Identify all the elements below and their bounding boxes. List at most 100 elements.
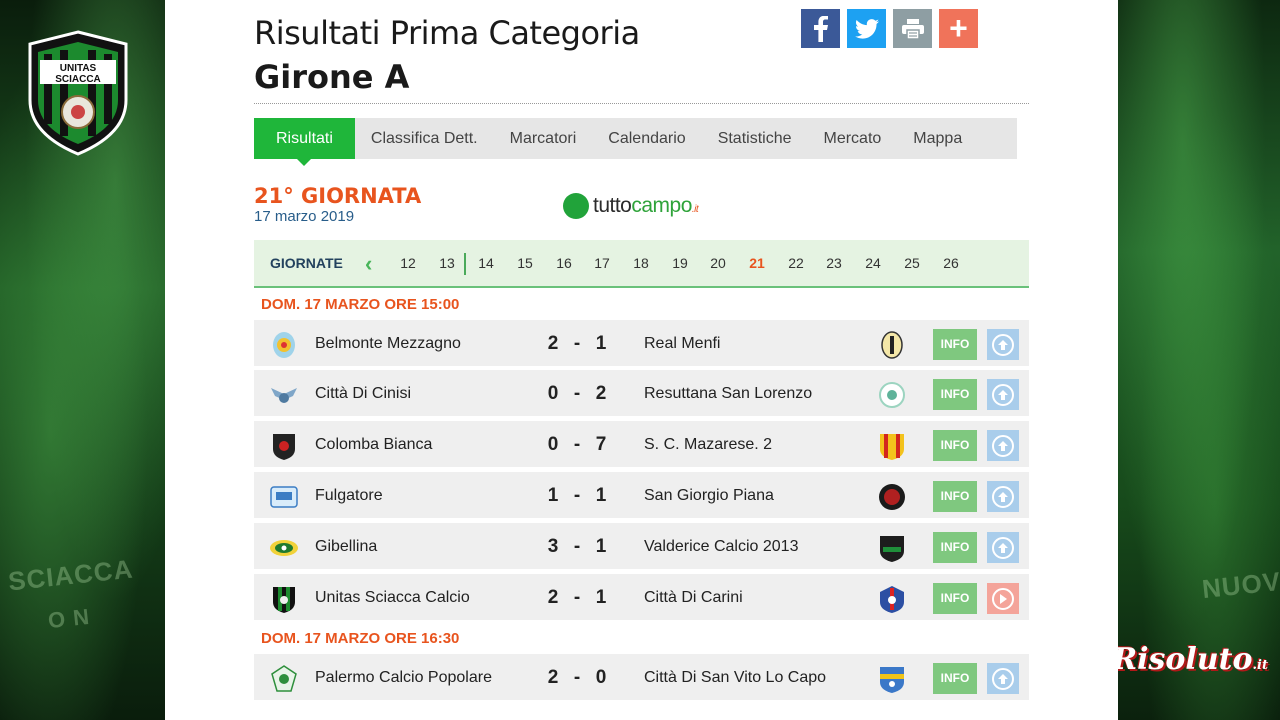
info-button[interactable]: INFO (933, 583, 977, 614)
info-button[interactable]: INFO (933, 481, 977, 512)
match-row: Fulgatore 1 - 1 San Giorgio Piana INFO (254, 472, 1029, 520)
away-team[interactable]: S. C. Mazarese. 2 (644, 436, 772, 454)
giornata-12[interactable]: 12 (393, 255, 423, 271)
score-dash: - (573, 485, 581, 506)
home-team[interactable]: Gibellina (315, 538, 377, 556)
title-divider (254, 103, 1029, 104)
club-logo-text-bottom: SCIACCA (55, 74, 101, 85)
side-text-left-b: O N (46, 603, 92, 634)
risoluto-suffix: .it (1252, 658, 1268, 673)
main-panel: Risultati Prima Categoria Girone A + Ris… (165, 0, 1118, 720)
giornata-19[interactable]: 19 (665, 255, 695, 271)
up-arrow-icon (992, 434, 1014, 457)
away-score: 1 (595, 333, 607, 354)
away-team[interactable]: Città Di Carini (644, 589, 743, 607)
team-crest-icon (271, 388, 297, 403)
home-team[interactable]: Fulgatore (315, 487, 383, 505)
score-dash: - (573, 333, 581, 354)
team-crest-icon (270, 540, 298, 556)
twitter-icon (854, 18, 879, 39)
soccer-ball-icon (563, 193, 589, 219)
info-button[interactable]: INFO (933, 532, 977, 563)
tab-mappa[interactable]: Mappa (897, 118, 978, 159)
page-title: Risultati Prima Categoria (254, 14, 640, 52)
info-button[interactable]: INFO (933, 329, 977, 360)
giornata-16[interactable]: 16 (549, 255, 579, 271)
tab-marcatori[interactable]: Marcatori (494, 118, 593, 159)
score-dash: - (573, 667, 581, 688)
section-title: DOM. 17 MARZO ORE 16:30 (261, 630, 460, 647)
giornata-18[interactable]: 18 (626, 255, 656, 271)
away-score: 7 (595, 434, 607, 455)
giornate-separator (464, 253, 466, 275)
away-team[interactable]: Resuttana San Lorenzo (644, 385, 812, 403)
info-button[interactable]: INFO (933, 430, 977, 461)
team-crest-icon (880, 536, 904, 562)
team-crest-icon (273, 434, 295, 460)
tab-risultati[interactable]: Risultati (254, 118, 355, 166)
tab-mercato[interactable]: Mercato (808, 118, 898, 159)
details-button[interactable] (987, 532, 1019, 563)
info-button[interactable]: INFO (933, 379, 977, 410)
facebook-icon (813, 15, 828, 42)
giornata-20[interactable]: 20 (703, 255, 733, 271)
info-button[interactable]: INFO (933, 663, 977, 694)
home-score: 2 (547, 333, 559, 354)
team-crest-icon (880, 434, 904, 460)
brand-part3: .it (691, 204, 699, 215)
home-team[interactable]: Colomba Bianca (315, 436, 432, 454)
away-score: 1 (595, 536, 607, 557)
team-crest-icon (880, 667, 904, 693)
giornate-bar: GIORNATE ‹ 12 13 14 15 16 17 18 19 20 21… (254, 240, 1029, 288)
chevron-left-icon[interactable]: ‹ (365, 251, 372, 277)
round-title: 21° GIORNATA (254, 184, 422, 208)
twitter-share-button[interactable] (847, 9, 886, 48)
giornata-13[interactable]: 13 (432, 255, 462, 271)
up-arrow-icon (992, 536, 1014, 559)
giornata-24[interactable]: 24 (858, 255, 888, 271)
score-dash: - (573, 536, 581, 557)
away-team[interactable]: San Giorgio Piana (644, 487, 774, 505)
giornata-17[interactable]: 17 (587, 255, 617, 271)
risoluto-watermark: Risoluto.it (1112, 642, 1268, 677)
away-team[interactable]: Città Di San Vito Lo Capo (644, 669, 826, 687)
details-button[interactable] (987, 379, 1019, 410)
team-crest-icon (879, 484, 905, 510)
home-score: 0 (547, 434, 559, 455)
giornata-26[interactable]: 26 (936, 255, 966, 271)
details-button[interactable] (987, 481, 1019, 512)
team-crest-icon (880, 586, 904, 613)
team-crest-icon (881, 331, 903, 359)
match-row: Unitas Sciacca Calcio 2 - 1 Città Di Car… (254, 574, 1029, 622)
details-button[interactable] (987, 329, 1019, 360)
more-share-button[interactable]: + (939, 9, 978, 48)
home-team[interactable]: Unitas Sciacca Calcio (315, 589, 470, 607)
giornata-25[interactable]: 25 (897, 255, 927, 271)
brand-part2: campo (631, 194, 692, 217)
home-score: 0 (547, 383, 559, 404)
giornata-22[interactable]: 22 (781, 255, 811, 271)
team-crest-icon (271, 665, 297, 692)
home-team[interactable]: Palermo Calcio Popolare (315, 669, 492, 687)
section-title: DOM. 17 MARZO ORE 15:00 (261, 296, 460, 313)
team-crest-icon (273, 587, 295, 613)
facebook-share-button[interactable] (801, 9, 840, 48)
print-button[interactable] (893, 9, 932, 48)
right-background: NUOV (1118, 0, 1280, 720)
away-team[interactable]: Valderice Calcio 2013 (644, 538, 798, 556)
away-team[interactable]: Real Menfi (644, 335, 720, 353)
details-button[interactable] (987, 430, 1019, 461)
video-button[interactable] (987, 583, 1019, 614)
tab-calendario[interactable]: Calendario (592, 118, 701, 159)
giornata-23[interactable]: 23 (819, 255, 849, 271)
giornata-15[interactable]: 15 (510, 255, 540, 271)
giornata-21[interactable]: 21 (742, 255, 772, 271)
home-team[interactable]: Belmonte Mezzagno (315, 335, 461, 353)
tuttocampo-logo[interactable]: tuttocampo.it (563, 193, 699, 219)
tab-statistiche[interactable]: Statistiche (702, 118, 808, 159)
tab-classifica[interactable]: Classifica Dett. (355, 118, 494, 159)
home-team[interactable]: Città Di Cinisi (315, 385, 411, 403)
details-button[interactable] (987, 663, 1019, 694)
giornata-14[interactable]: 14 (471, 255, 501, 271)
play-icon (992, 587, 1014, 610)
